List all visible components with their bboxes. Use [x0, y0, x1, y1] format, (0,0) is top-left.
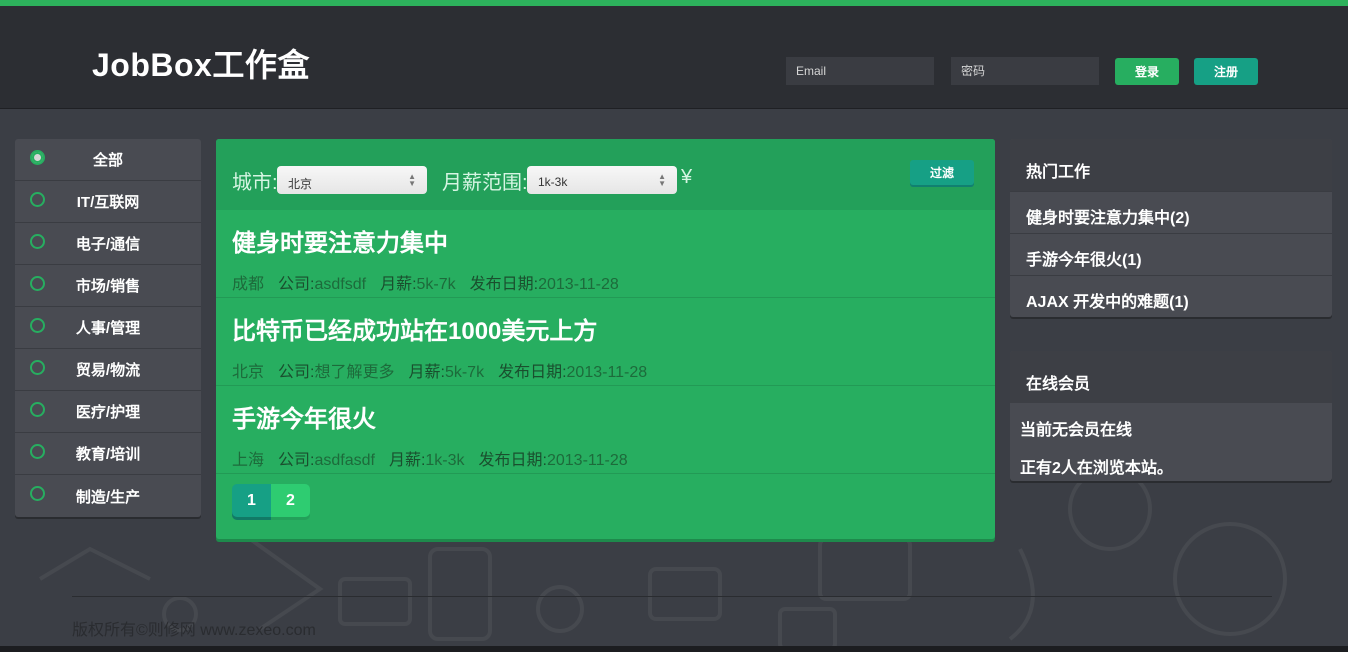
- job-salary: 1k-3k: [425, 452, 465, 469]
- salary-key: 月薪:: [408, 364, 445, 381]
- job-salary: 5k-7k: [416, 276, 456, 293]
- sidebar-item-label: 全部: [92, 152, 123, 169]
- sidebar-item-label: 贸易/物流: [75, 362, 141, 379]
- job-salary: 5k-7k: [444, 364, 485, 381]
- bottom-bar: [0, 646, 1348, 652]
- radio-icon[interactable]: [30, 192, 45, 207]
- sidebar-item-label: 教育/培训: [75, 446, 141, 463]
- job-item: 手游今年很火 上海 公司:asdfasdf 月薪:1k-3k 发布日期:2013-11…: [216, 386, 995, 474]
- company-key: 公司:: [278, 276, 315, 293]
- sidebar-item-education[interactable]: 教育/培训: [15, 433, 201, 475]
- sidebar-item-marketing[interactable]: 市场/销售: [15, 265, 201, 307]
- page-button[interactable]: 2: [271, 484, 310, 517]
- sidebar-item-it[interactable]: IT/互联网: [15, 181, 201, 223]
- job-title-link[interactable]: 手游今年很火: [232, 399, 995, 434]
- currency-symbol: ¥: [681, 166, 693, 188]
- email-input[interactable]: [786, 57, 934, 85]
- job-date: 2013-11-28: [538, 276, 619, 293]
- hot-job-link[interactable]: 健身时要注意力集中(2): [1010, 191, 1332, 233]
- sidebar-item-label: 医疗/护理: [75, 404, 141, 421]
- date-key: 发布日期:: [478, 452, 547, 469]
- sidebar-item-label: IT/互联网: [76, 194, 140, 211]
- footer-divider: [72, 596, 1272, 597]
- login-button[interactable]: 登录: [1115, 58, 1179, 85]
- job-city: 北京: [232, 364, 265, 381]
- date-key: 发布日期:: [498, 364, 567, 381]
- filter-button[interactable]: 过滤: [910, 160, 974, 185]
- job-title-link[interactable]: 比特币已经成功站在1000美元上方: [232, 311, 995, 346]
- filter-bar: 城市: 北京 ▲ ▼ 月薪范围: 1k-3k ▲ ▼ ¥ 过滤: [216, 139, 995, 210]
- category-sidebar: 全部 IT/互联网 电子/通信 市场/销售 人事/管理 贸易/物流 医疗/护理 …: [15, 139, 201, 517]
- select-arrows-icon: ▲ ▼: [408, 172, 416, 188]
- job-company: asdfasdf: [314, 452, 375, 469]
- city-select-value: 北京: [288, 177, 313, 191]
- hot-jobs-widget: 热门工作 健身时要注意力集中(2) 手游今年很火(1) AJAX 开发中的难题(…: [1010, 139, 1332, 317]
- job-meta: 成都 公司:asdfsdf 月薪:5k-7k 发布日期:2013-11-28: [232, 270, 995, 294]
- radio-icon[interactable]: [30, 234, 45, 249]
- pagination: 1 2: [232, 484, 310, 517]
- select-arrows-icon: ▲ ▼: [658, 172, 666, 188]
- register-button[interactable]: 注册: [1194, 58, 1258, 85]
- job-title-link[interactable]: 健身时要注意力集中: [232, 223, 995, 258]
- online-status-text: 当前无会员在线: [1020, 422, 1133, 439]
- job-company: asdfsdf: [314, 276, 367, 293]
- job-city: 成都: [232, 276, 265, 293]
- job-date: 2013-11-28: [546, 452, 628, 469]
- salary-select[interactable]: 1k-3k ▲ ▼: [527, 166, 677, 194]
- company-key: 公司:: [278, 364, 315, 381]
- sidebar-item-medical[interactable]: 医疗/护理: [15, 391, 201, 433]
- sidebar-item-trade[interactable]: 贸易/物流: [15, 349, 201, 391]
- job-city: 上海: [232, 452, 265, 469]
- radio-icon[interactable]: [30, 486, 45, 501]
- job-meta: 北京 公司:想了解更多 月薪:5k-7k 发布日期:2013-11-28: [232, 358, 995, 382]
- widget-title: 热门工作: [1010, 139, 1332, 191]
- sidebar-item-hr[interactable]: 人事/管理: [15, 307, 201, 349]
- radio-checked-icon[interactable]: [30, 150, 45, 165]
- online-members-widget: 在线会员 当前无会员在线 正有2人在浏览本站。: [1010, 351, 1332, 481]
- city-select[interactable]: 北京 ▲ ▼: [277, 166, 427, 194]
- page-button-current[interactable]: 1: [232, 484, 271, 517]
- sidebar-item-label: 电子/通信: [75, 236, 141, 253]
- radio-icon[interactable]: [30, 444, 45, 459]
- header: JobBox工作盒 登录 注册: [0, 6, 1348, 109]
- hot-job-link[interactable]: AJAX 开发中的难题(1): [1010, 275, 1332, 317]
- sidebar-item-label: 市场/销售: [75, 278, 141, 295]
- salary-label: 月薪范围:: [442, 172, 528, 194]
- city-label: 城市:: [232, 172, 278, 194]
- radio-icon[interactable]: [30, 360, 45, 375]
- visitor-count-text: 正有2人在浏览本站。: [1020, 460, 1173, 477]
- sidebar-item-label: 制造/生产: [75, 488, 141, 506]
- job-company: 想了解更多: [314, 364, 395, 381]
- radio-icon[interactable]: [30, 276, 45, 291]
- salary-select-value: 1k-3k: [538, 175, 568, 189]
- radio-icon[interactable]: [30, 318, 45, 333]
- sidebar-item-all[interactable]: 全部: [15, 139, 201, 181]
- salary-key: 月薪:: [388, 452, 426, 469]
- sidebar-item-label: 人事/管理: [75, 320, 141, 337]
- company-key: 公司:: [278, 452, 315, 469]
- radio-icon[interactable]: [30, 402, 45, 417]
- job-item: 健身时要注意力集中 成都 公司:asdfsdf 月薪:5k-7k 发布日期:2013-…: [216, 210, 995, 298]
- job-meta: 上海 公司:asdfasdf 月薪:1k-3k 发布日期:2013-11-28: [232, 446, 995, 470]
- job-item: 比特币已经成功站在1000美元上方 北京 公司:想了解更多 月薪:5k-7k 发布日期…: [216, 298, 995, 386]
- widget-title: 在线会员: [1010, 351, 1332, 403]
- job-date: 2013-11-28: [566, 364, 648, 381]
- hot-job-link[interactable]: 手游今年很火(1): [1010, 233, 1332, 275]
- job-list-panel: 城市: 北京 ▲ ▼ 月薪范围: 1k-3k ▲ ▼ ¥ 过滤 健身时要注意力集中 …: [216, 139, 995, 539]
- date-key: 发布日期:: [469, 276, 539, 293]
- password-input[interactable]: [951, 57, 1099, 85]
- footer-copyright: 版权所有©则修网 www.zexeo.com: [72, 622, 316, 639]
- sidebar-item-manufacturing[interactable]: 制造/生产: [15, 475, 201, 517]
- site-logo[interactable]: JobBox工作盒: [92, 40, 310, 86]
- salary-key: 月薪:: [380, 276, 417, 293]
- sidebar-item-electronics[interactable]: 电子/通信: [15, 223, 201, 265]
